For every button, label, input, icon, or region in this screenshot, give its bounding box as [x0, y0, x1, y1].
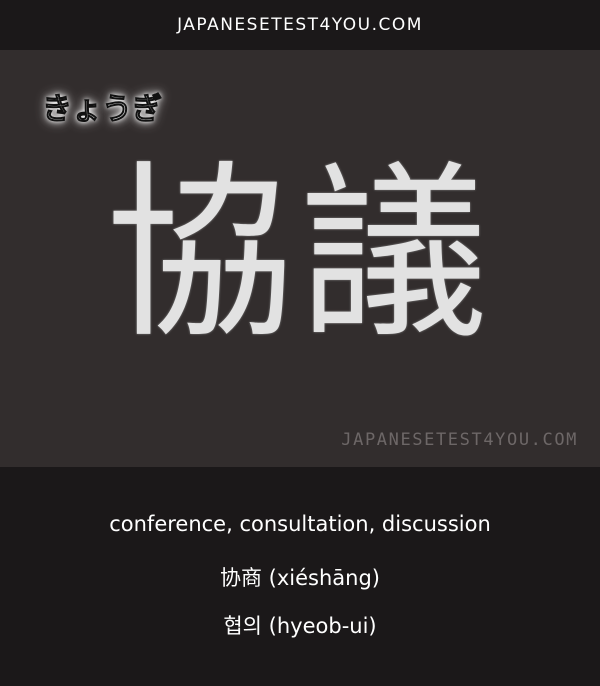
- reading-text: きょうぎ: [42, 92, 163, 128]
- meanings-panel: conference, consultation, discussion 协商 …: [0, 467, 600, 686]
- vocab-card: きょうぎ 協議 JAPANESETEST4YOU.COM: [0, 50, 600, 467]
- korean-meaning: 협의 (hyeob-ui): [223, 614, 377, 638]
- watermark: JAPANESETEST4YOU.COM: [341, 430, 578, 450]
- chinese-meaning: 协商 (xiéshāng): [219, 566, 380, 590]
- site-title: JAPANESETEST4YOU.COM: [177, 15, 423, 35]
- kanji-word: 協議: [106, 145, 494, 364]
- english-meaning: conference, consultation, discussion: [109, 512, 491, 536]
- header-bar: JAPANESETEST4YOU.COM: [0, 0, 600, 50]
